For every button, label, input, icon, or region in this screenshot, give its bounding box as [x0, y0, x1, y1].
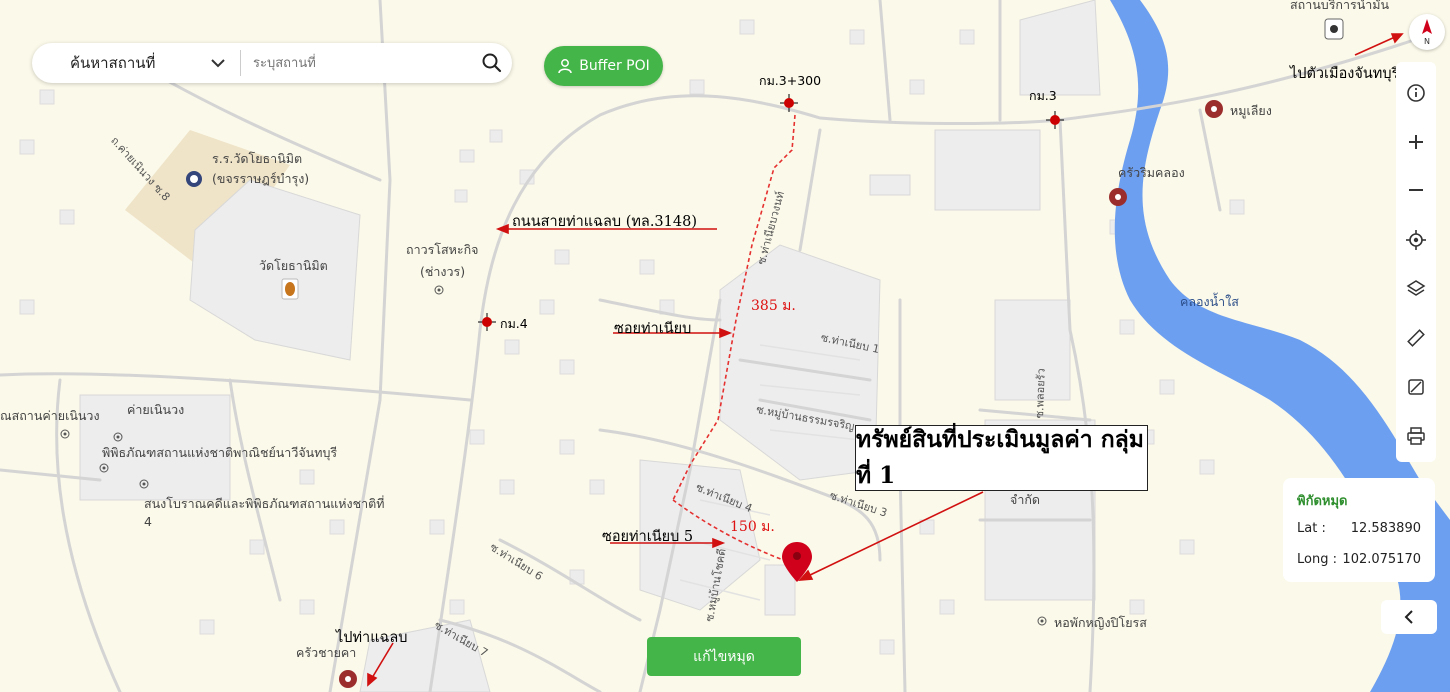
temple-icon: [281, 278, 299, 300]
buffer-poi-label: Buffer POI: [579, 58, 650, 74]
chevron-down-icon: [211, 59, 225, 68]
lat-value: 12.583890: [1350, 521, 1421, 536]
svg-text:N: N: [1424, 37, 1430, 46]
search-mode-label: ค้นหาสถานที่: [70, 54, 156, 72]
print-icon: [1407, 427, 1425, 445]
info-button[interactable]: [1404, 81, 1428, 105]
km-label-3-300: กม.3+300: [759, 73, 822, 88]
long-label: Long :: [1297, 552, 1337, 567]
annotation-to-thachalaep: ไปท่าแฉลบ: [336, 630, 408, 646]
annotation-main-road: ถนนสายท่าแฉลบ (ทล.3148): [512, 214, 697, 230]
km-label-3: กม.3: [1029, 88, 1057, 103]
distance-385: 385 ม.: [751, 298, 796, 314]
property-callout: ทรัพย์สินที่ประเมินมูลค่า กลุ่มที่ 1: [855, 425, 1148, 491]
edit-pin-button[interactable]: แก้ไขหมุด: [647, 637, 801, 676]
place-archaeology: สนงโบราณคดีและพิพิธภัณฑสถานแห่งชาติที่: [144, 496, 385, 511]
draw-button[interactable]: [1404, 375, 1428, 399]
info-icon: [1407, 84, 1425, 102]
minus-icon: [1409, 189, 1423, 191]
place-museum: พิพิธภัณฑสถานแห่งชาติพาณิชย์นาวีจันทบุรี: [102, 445, 338, 460]
lat-label: Lat :: [1297, 521, 1326, 536]
place-canal: คลองน้ำใส: [1180, 294, 1239, 309]
property-callout-text: ทรัพย์สินที่ประเมินมูลค่า กลุ่มที่ 1: [856, 426, 1144, 489]
buffer-poi-button[interactable]: Buffer POI: [544, 46, 663, 86]
coordinate-panel: พิกัดหมุด Lat : 12.583890 Long : 102.075…: [1283, 478, 1435, 582]
compass-button[interactable]: N: [1409, 14, 1445, 50]
layers-icon: [1406, 280, 1426, 296]
print-button[interactable]: [1404, 424, 1428, 448]
distance-150: 150 ม.: [730, 519, 775, 535]
place-thaworn-sub: (ช่างวร): [420, 264, 466, 279]
place-thaworn: ถาวรโสหะกิจ: [406, 242, 479, 257]
zoom-out-button[interactable]: [1404, 178, 1428, 202]
locate-button[interactable]: [1404, 228, 1428, 252]
place-top-right: สถานบริการน้ำมัน: [1290, 0, 1390, 12]
coordinate-title: พิกัดหมุด: [1297, 494, 1348, 509]
chevron-left-icon: [1404, 610, 1413, 624]
noodle-icon: [1205, 100, 1223, 118]
search-input[interactable]: [241, 47, 472, 79]
layers-button[interactable]: [1404, 277, 1428, 301]
place-temple: วัดโยธานิมิต: [259, 258, 328, 273]
search-bar: ค้นหาสถานที่: [32, 43, 512, 83]
edit-pin-label: แก้ไขหมุด: [693, 648, 755, 665]
user-icon: [558, 59, 572, 74]
place-school-sub: (ขจรราษฎร์บำรุง): [212, 171, 310, 186]
place-riverside: ครัวริมคลอง: [1118, 165, 1185, 180]
map-toolbar: [1396, 62, 1436, 462]
draw-icon: [1408, 379, 1424, 395]
fuel-icon: [1324, 18, 1344, 40]
zoom-in-button[interactable]: [1404, 130, 1428, 154]
riverside-icon: [1109, 188, 1127, 206]
place-school: ร.ร.วัดโยธานิมิต: [212, 151, 303, 166]
place-camp: ค่ายเนินวง: [127, 402, 185, 417]
ruler-icon: [1407, 329, 1425, 347]
search-icon: [482, 53, 502, 73]
search-button[interactable]: [472, 43, 512, 83]
place-archaeology-num: 4: [144, 514, 152, 529]
compass-icon: N: [1422, 19, 1432, 46]
place-dorm: หอพักหญิงปิโยรส: [1054, 615, 1147, 630]
long-value: 102.075170: [1342, 552, 1421, 567]
collapse-panel-button[interactable]: [1381, 600, 1437, 634]
road-label-9: ซ.พลอยรัว: [1032, 368, 1048, 419]
measure-button[interactable]: [1404, 326, 1428, 350]
annotation-soi5: ซอยท่าเนียบ 5: [602, 529, 694, 545]
crosshair-icon: [1406, 230, 1426, 250]
annotation-soi: ซอยท่าเนียบ: [614, 321, 692, 337]
km-label-4: กม.4: [500, 316, 528, 331]
school-icon: [186, 171, 202, 187]
search-mode-select[interactable]: ค้นหาสถานที่: [32, 51, 240, 75]
place-camp-office: ณสถานค่ายเนินวง: [0, 408, 100, 423]
plus-icon: [1409, 135, 1423, 149]
place-noodle: หมูเลียง: [1230, 103, 1272, 118]
krua-icon: [339, 670, 357, 688]
annotation-to-chanthaburi: ไปตัวเมืองจันทบุรี: [1290, 66, 1400, 82]
